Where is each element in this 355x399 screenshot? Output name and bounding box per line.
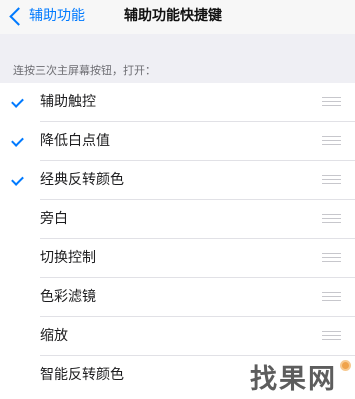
- list-item[interactable]: 色彩滤镜: [0, 278, 355, 317]
- list-item[interactable]: 旁白: [0, 200, 355, 239]
- list-item[interactable]: 降低白点值: [0, 122, 355, 161]
- shortcut-list: 辅助触控 降低白点值 经典反转颜色 旁白 切换控制 色彩滤镜 缩放 智能反转颜色: [0, 83, 355, 399]
- list-item-label: 智能反转颜色: [40, 367, 124, 383]
- watermark-logo: 找果网: [250, 364, 337, 395]
- list-item-label: 辅助触控: [40, 94, 96, 110]
- list-item-label: 缩放: [40, 328, 68, 344]
- navigation-bar: 辅助功能 辅助功能快捷键: [0, 0, 355, 34]
- list-item-label: 经典反转颜色: [40, 172, 124, 188]
- list-item-label: 降低白点值: [40, 133, 110, 149]
- chevron-left-icon: [9, 6, 28, 26]
- checkmark-icon: [11, 95, 24, 108]
- page-title: 辅助功能快捷键: [124, 8, 222, 24]
- reorder-icon[interactable]: [322, 292, 341, 301]
- list-item[interactable]: 缩放: [0, 317, 355, 356]
- back-button[interactable]: 辅助功能: [6, 5, 85, 27]
- back-button-label: 辅助功能: [29, 8, 85, 24]
- list-item[interactable]: 切换控制: [0, 239, 355, 278]
- list-item-label: 旁白: [40, 211, 68, 227]
- registered-mark-icon: [340, 360, 351, 371]
- reorder-icon[interactable]: [322, 331, 341, 340]
- reorder-icon[interactable]: [322, 214, 341, 223]
- list-item-label: 色彩滤镜: [40, 289, 96, 305]
- section-header: 连按三次主屏幕按钮，打开：: [13, 64, 156, 77]
- list-item[interactable]: 经典反转颜色: [0, 161, 355, 200]
- checkmark-icon: [11, 173, 24, 186]
- reorder-icon[interactable]: [322, 136, 341, 145]
- reorder-icon[interactable]: [322, 253, 341, 262]
- reorder-icon[interactable]: [322, 97, 341, 106]
- list-item-label: 切换控制: [40, 250, 96, 266]
- checkmark-icon: [11, 134, 24, 147]
- reorder-icon[interactable]: [322, 175, 341, 184]
- list-item[interactable]: 辅助触控: [0, 83, 355, 122]
